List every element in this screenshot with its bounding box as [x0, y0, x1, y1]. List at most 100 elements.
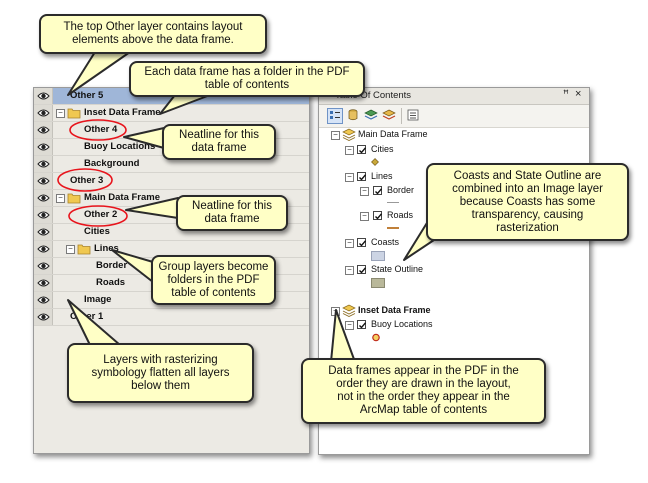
eye-icon	[37, 279, 50, 287]
callout-neatline-other-4: Neatline for this data frame	[162, 124, 276, 160]
list-by-selection-button[interactable]	[382, 108, 398, 124]
callout-line: table of contents	[171, 286, 256, 299]
toc-inset-data-frame[interactable]: Inset Data Frame	[358, 305, 431, 315]
layer-label: Buoy Locations	[84, 141, 156, 152]
toc-border[interactable]: Border	[387, 185, 414, 195]
toc-roads[interactable]: Roads	[387, 210, 413, 220]
layer-label: Cities	[84, 226, 110, 237]
callout-line: order they are drawn in the layout,	[336, 378, 511, 390]
state-outline-fill-symbol	[371, 278, 385, 288]
layer-row-other-1[interactable]: Other 1	[34, 309, 309, 326]
eye-icon	[37, 313, 50, 321]
callout-line: transparency, causing	[471, 208, 584, 221]
visibility-toggle[interactable]	[34, 173, 53, 189]
eye-icon	[37, 143, 50, 151]
eye-icon	[37, 211, 50, 219]
visibility-toggle[interactable]	[34, 190, 53, 206]
callout-line: Neatline for this	[179, 129, 259, 141]
list-by-drawing-order-button[interactable]	[327, 108, 343, 124]
layer-label: Roads	[96, 277, 126, 288]
state-outline-checkbox[interactable]	[357, 265, 367, 274]
callout-line: Each data frame has a folder in the PDF	[144, 66, 350, 78]
collapse-icon[interactable]: −	[56, 109, 65, 118]
eye-icon	[37, 109, 50, 117]
collapse-icon[interactable]: −	[66, 245, 75, 254]
callout-data-frame-order: Data frames appear in the PDF in the orde…	[301, 358, 546, 424]
folder-icon	[77, 244, 91, 255]
collapse-icon[interactable]: −	[360, 212, 369, 221]
visibility-toggle[interactable]	[34, 275, 53, 291]
callout-neatline-other-2: Neatline for this data frame	[176, 195, 288, 231]
visibility-toggle[interactable]	[34, 258, 53, 274]
cities-checkbox[interactable]	[357, 145, 367, 154]
folder-icon	[67, 193, 81, 204]
collapse-icon[interactable]: −	[56, 194, 65, 203]
visibility-toggle[interactable]	[34, 105, 53, 121]
callout-line: The top Other layer contains layout	[63, 21, 243, 33]
collapse-icon[interactable]: −	[345, 146, 354, 155]
callout-group-layers: Group layers become folders in the PDF tab…	[151, 255, 276, 305]
options-button[interactable]	[406, 108, 422, 124]
toc-lines[interactable]: Lines	[371, 171, 393, 181]
collapse-icon[interactable]: −	[345, 239, 354, 248]
lines-checkbox[interactable]	[357, 172, 367, 181]
layer-label: Border	[96, 260, 128, 271]
collapse-icon[interactable]: −	[331, 307, 340, 316]
layer-row-inset-data-frame[interactable]: − Inset Data Frame	[34, 105, 309, 122]
collapse-icon[interactable]: −	[360, 187, 369, 196]
layer-label: Lines	[94, 243, 119, 254]
eye-icon	[37, 126, 50, 134]
collapse-icon[interactable]: −	[345, 321, 354, 330]
border-checkbox[interactable]	[373, 186, 383, 195]
callout-rasterizing-symbology: Layers with rasterizing symbology flatten…	[67, 343, 254, 403]
layer-label: Other 4	[84, 124, 118, 135]
layers-visibility-icon	[364, 109, 378, 120]
toc-buoy-locations[interactable]: Buoy Locations	[371, 319, 433, 329]
visibility-toggle[interactable]	[34, 309, 53, 325]
eye-icon	[37, 92, 50, 100]
callout-line: combined into an Image layer	[452, 182, 603, 195]
callout-top-other: The top Other layer contains layout eleme…	[39, 14, 267, 54]
callout-line: symbology flatten all layers	[91, 366, 230, 379]
callout-line: Layers with rasterizing	[103, 353, 218, 366]
visibility-toggle[interactable]	[34, 292, 53, 308]
visibility-toggle[interactable]	[34, 88, 53, 104]
coasts-fill-symbol	[371, 251, 385, 261]
collapse-icon[interactable]: −	[345, 173, 354, 182]
layer-label: Inset Data Frame	[84, 107, 161, 118]
layer-label: Other 2	[84, 209, 118, 220]
buoy-locations-checkbox[interactable]	[357, 320, 367, 329]
toc-main-data-frame[interactable]: Main Data Frame	[358, 129, 428, 139]
callout-line: rasterization	[496, 221, 559, 234]
toc-cities[interactable]: Cities	[371, 144, 394, 154]
callout-line: ArcMap table of contents	[359, 404, 488, 416]
toc-coasts[interactable]: Coasts	[371, 237, 399, 247]
callout-line: data frame	[204, 213, 260, 225]
pin-icon[interactable]: ꟸ	[563, 89, 569, 100]
list-by-source-button[interactable]	[346, 108, 362, 124]
visibility-toggle[interactable]	[34, 139, 53, 155]
eye-icon	[37, 160, 50, 168]
collapse-icon[interactable]: −	[331, 131, 340, 140]
layers-selection-icon	[382, 109, 396, 120]
collapse-icon[interactable]: −	[345, 266, 354, 275]
coasts-checkbox[interactable]	[357, 238, 367, 247]
visibility-toggle[interactable]	[34, 156, 53, 172]
visibility-toggle[interactable]	[34, 122, 53, 138]
callout-line: below them	[131, 379, 190, 392]
toc-toolbar	[319, 105, 589, 128]
toc-state-outline[interactable]: State Outline	[371, 264, 423, 274]
callout-line: folders in the PDF	[167, 273, 260, 286]
layer-row-other-3[interactable]: Other 3	[34, 173, 309, 190]
eye-icon	[37, 228, 50, 236]
list-by-visibility-button[interactable]	[364, 108, 380, 124]
visibility-toggle[interactable]	[34, 241, 53, 257]
close-icon[interactable]: ×	[575, 88, 581, 100]
visibility-toggle[interactable]	[34, 224, 53, 240]
visibility-toggle[interactable]	[34, 207, 53, 223]
options-icon	[407, 109, 419, 121]
roads-checkbox[interactable]	[373, 211, 383, 220]
callout-line: table of contents	[204, 79, 290, 91]
callout-line: data frame	[191, 142, 247, 154]
border-line-symbol	[387, 202, 399, 203]
